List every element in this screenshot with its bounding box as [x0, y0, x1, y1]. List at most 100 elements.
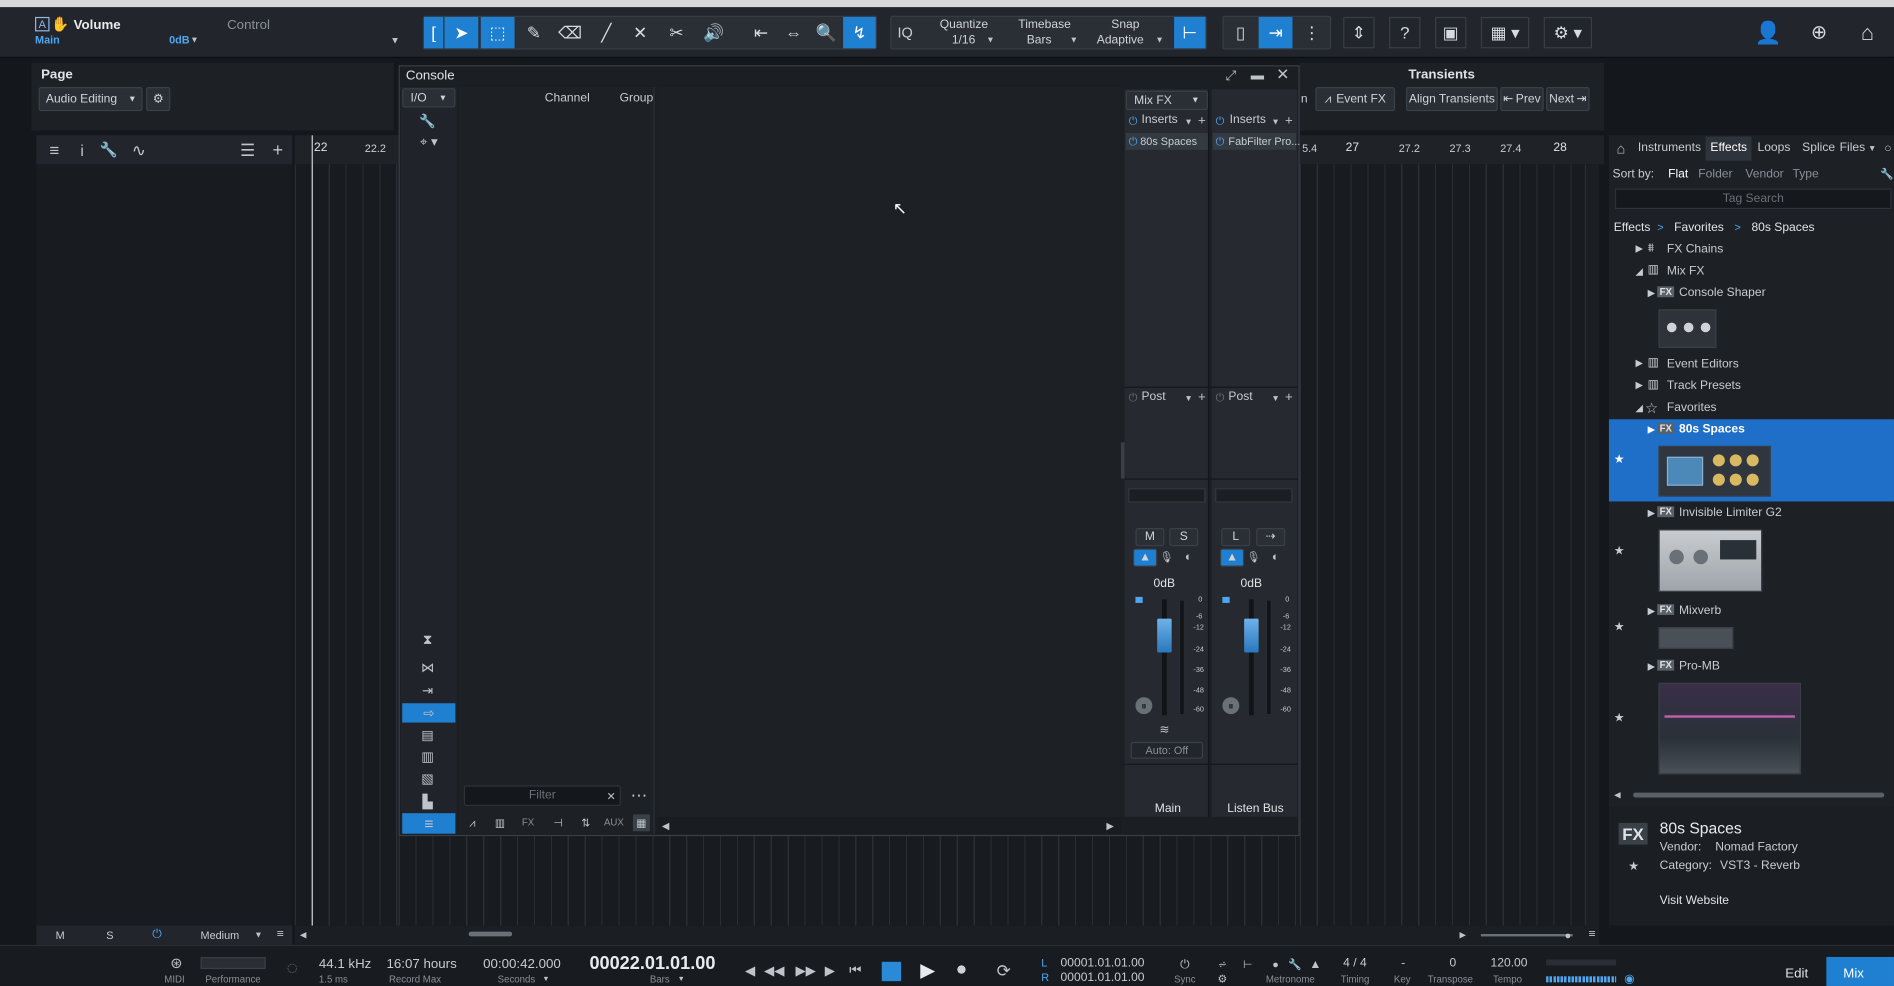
- collapse-arrow-icon[interactable]: ◢: [1635, 402, 1642, 413]
- add-send-icon[interactable]: +: [1196, 390, 1208, 404]
- loop-end[interactable]: 00001.01.01.00: [1061, 971, 1145, 984]
- chevron-down-icon[interactable]: ▼: [541, 974, 551, 986]
- seconds-select[interactable]: Seconds: [498, 974, 536, 985]
- sort-folder[interactable]: Folder: [1698, 168, 1732, 181]
- pencil-tool-button[interactable]: ✎: [517, 17, 551, 48]
- view-right-button[interactable]: ⇥: [1258, 16, 1293, 49]
- scroll-left-icon[interactable]: ◀: [1613, 789, 1623, 801]
- listen-icon[interactable]: ⇢: [1256, 528, 1286, 547]
- power-icon[interactable]: ⏻: [1127, 390, 1139, 404]
- midi-icon[interactable]: ⊛: [164, 955, 188, 972]
- select-tool-button[interactable]: ⬚: [480, 16, 515, 49]
- video-icon[interactable]: ▣: [1434, 16, 1467, 49]
- expand-arrow-icon[interactable]: ▶: [1648, 661, 1655, 672]
- mic-icon[interactable]: 🎙: [1247, 550, 1261, 566]
- power-icon[interactable]: ⏻: [1176, 957, 1193, 971]
- fast-forward-icon[interactable]: ▶▶: [795, 962, 817, 979]
- power-icon[interactable]: ⏻: [1214, 114, 1226, 128]
- tab-splice[interactable]: Splice: [1802, 141, 1835, 154]
- next-marker-icon[interactable]: ▶: [821, 962, 838, 979]
- chevron-down-icon[interactable]: ▼: [1184, 116, 1194, 128]
- prev-marker-icon[interactable]: ◀: [742, 962, 759, 979]
- automation-curve-icon[interactable]: ∿: [126, 139, 153, 161]
- quantize-value[interactable]: 1/16: [952, 34, 976, 47]
- timing-value[interactable]: 4 / 4: [1343, 957, 1367, 970]
- help-icon[interactable]: ?: [1389, 16, 1421, 49]
- favorite-star-icon[interactable]: ★: [1614, 545, 1625, 558]
- scroll-left-icon[interactable]: ◀: [660, 818, 672, 832]
- chevron-down-icon[interactable]: ▼: [1069, 35, 1079, 45]
- bus-icon[interactable]: ⊣: [548, 814, 567, 831]
- chevron-down-icon[interactable]: ▼: [676, 974, 686, 986]
- listen-tool-button[interactable]: 🔊: [696, 17, 732, 48]
- monitor-icon[interactable]: ▲: [1133, 548, 1158, 567]
- zoom-slider[interactable]: [1480, 934, 1573, 937]
- tree-item-pro-mb[interactable]: Pro-MB: [1679, 660, 1720, 673]
- track-size-select[interactable]: Medium: [201, 929, 240, 941]
- chevron-down-icon[interactable]: ▼: [986, 35, 996, 45]
- group-header[interactable]: Group: [620, 92, 654, 105]
- align-transients-button[interactable]: Align Transients: [1405, 86, 1498, 112]
- toggle-icon[interactable]: ◐: [1265, 550, 1287, 566]
- collapse-arrow-icon[interactable]: ◢: [1635, 266, 1642, 277]
- solo-button[interactable]: S: [1169, 528, 1199, 547]
- grid-icon[interactable]: ▦: [632, 814, 650, 832]
- scroll-thumb[interactable]: [468, 931, 513, 937]
- play-icon[interactable]: ▶: [916, 959, 940, 982]
- breadcrumb-favorites[interactable]: Favorites: [1674, 221, 1724, 234]
- add-insert-icon[interactable]: +: [1283, 114, 1295, 128]
- more-icon[interactable]: ⋯: [628, 785, 650, 804]
- automation-mode[interactable]: Auto: Off: [1130, 741, 1204, 759]
- channel-name[interactable]: Main: [1155, 802, 1181, 815]
- wrench-icon[interactable]: 🔧: [99, 139, 118, 161]
- mute-tool-button[interactable]: ✕: [623, 17, 657, 48]
- inserts-label[interactable]: Inserts: [1230, 114, 1266, 127]
- add-send-icon[interactable]: +: [1283, 390, 1295, 404]
- track-options-icon[interactable]: ☰: [237, 139, 259, 161]
- close-icon[interactable]: ✕: [1274, 65, 1291, 83]
- chevron-down-icon[interactable]: ▼: [254, 929, 264, 941]
- link-button[interactable]: L: [1221, 528, 1251, 547]
- time-seconds[interactable]: 00:00:42.000: [483, 957, 561, 971]
- loop-start[interactable]: 00001.01.01.00: [1061, 957, 1145, 970]
- chevron-down-icon[interactable]: ▼: [1155, 35, 1165, 45]
- mute-all-button[interactable]: M: [56, 929, 65, 941]
- tab-effects[interactable]: Effects: [1710, 141, 1747, 154]
- eraser-tool-button[interactable]: ⌫: [553, 17, 587, 48]
- add-track-icon[interactable]: +: [267, 139, 289, 161]
- transpose-value[interactable]: 0: [1449, 957, 1456, 970]
- vertical-scrollbar[interactable]: [1584, 164, 1600, 926]
- loop-icon[interactable]: ⟳: [986, 959, 1022, 981]
- chevron-down-icon[interactable]: ▼: [1867, 143, 1877, 155]
- settings-icon[interactable]: ⚙ ▾: [1543, 16, 1593, 49]
- stereo-icon[interactable]: ⏸: [1135, 697, 1153, 715]
- chevron-down-icon[interactable]: ▼: [1271, 116, 1281, 128]
- power-icon[interactable]: ⏻: [152, 928, 162, 941]
- punch-icon[interactable]: ⊢: [1239, 957, 1256, 971]
- tree-item-mix-fx[interactable]: Mix FX: [1667, 265, 1705, 278]
- channel-type-icon[interactable]: ⩘: [463, 814, 482, 831]
- scroll-thumb[interactable]: [1633, 792, 1885, 798]
- sync-icon[interactable]: ⊕: [1802, 17, 1836, 48]
- layers-icon[interactable]: ▧: [418, 768, 437, 787]
- expand-arrow-icon[interactable]: ▶: [1635, 358, 1642, 369]
- tree-item-80s-spaces[interactable]: 80s Spaces: [1679, 423, 1745, 436]
- sort-flat[interactable]: Flat: [1668, 168, 1688, 181]
- sort-vendor[interactable]: Vendor: [1745, 168, 1783, 181]
- page-settings-button[interactable]: ⚙: [146, 86, 171, 112]
- power-icon[interactable]: ⏻: [1127, 114, 1139, 128]
- autoscroll-button[interactable]: ↯: [843, 16, 876, 49]
- volume-readout[interactable]: 0dB: [1241, 578, 1262, 591]
- tree-item-console-shaper[interactable]: Console Shaper: [1679, 286, 1766, 299]
- io-button[interactable]: I/O ▼: [402, 88, 456, 108]
- info-icon[interactable]: i: [72, 139, 91, 161]
- sort-type[interactable]: Type: [1793, 168, 1819, 181]
- wrench-icon[interactable]: 🔧: [1879, 167, 1894, 181]
- add-insert-icon[interactable]: +: [1196, 114, 1208, 128]
- pan-control[interactable]: [1128, 488, 1206, 503]
- record-icon[interactable]: ●: [949, 959, 973, 981]
- breadcrumb-effects[interactable]: Effects: [1614, 221, 1651, 234]
- favorite-star-icon[interactable]: ★: [1614, 621, 1625, 634]
- click-icon[interactable]: ●: [1268, 957, 1282, 971]
- paint-tool-button[interactable]: ╱: [589, 17, 623, 48]
